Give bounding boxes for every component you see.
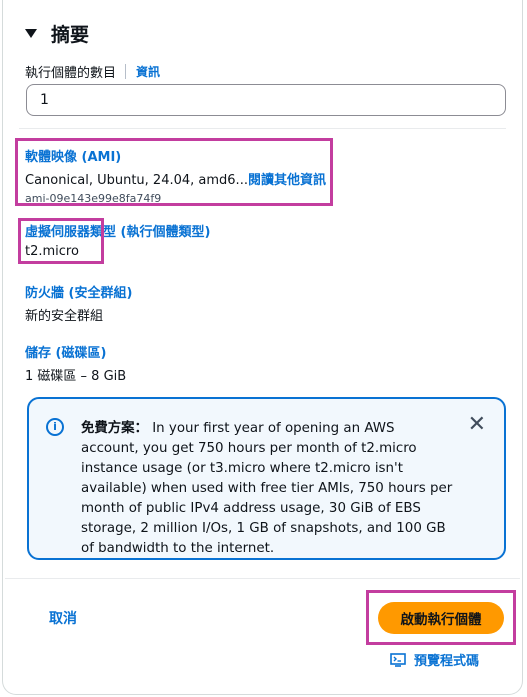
- summary-title: 摘要: [51, 24, 90, 46]
- code-preview-icon: [390, 652, 406, 667]
- preview-code-label: 預覽程式碼: [414, 654, 480, 669]
- close-icon[interactable]: ✕: [468, 414, 486, 436]
- ami-annotation-box: [15, 138, 333, 206]
- info-icon: i: [46, 418, 64, 436]
- instance-type-annotation-box: [18, 218, 104, 264]
- summary-header[interactable]: 摘要: [25, 20, 89, 47]
- label-separator: [125, 64, 127, 79]
- free-tier-alert: i ✕ 免費方案： In your first year of opening …: [27, 397, 506, 560]
- launch-annotation-box: [366, 590, 516, 645]
- storage-section: 儲存 (磁碟區) 1 磁碟區 – 8 GiB: [25, 342, 126, 384]
- footer-divider: [5, 578, 520, 579]
- firewall-value: 新的安全群組: [25, 309, 104, 324]
- instance-count-value: 1: [40, 92, 49, 108]
- caret-down-icon[interactable]: [25, 29, 37, 38]
- cancel-button[interactable]: 取消: [49, 608, 77, 628]
- storage-value: 1 磁碟區 – 8 GiB: [25, 369, 127, 384]
- info-link[interactable]: 資訊: [136, 63, 160, 80]
- free-tier-prefix: 免費方案：: [81, 421, 148, 436]
- instance-count-label: 執行個體的數目: [25, 66, 117, 81]
- instance-count-label-row: 執行個體的數目 資訊: [25, 62, 160, 81]
- summary-panel: 摘要 執行個體的數目 資訊 1 軟體映像 (AMI) Canonical, Ub…: [2, 0, 523, 695]
- firewall-section: 防火牆 (安全群組) 新的安全群組: [25, 282, 132, 324]
- firewall-title[interactable]: 防火牆 (安全群組): [25, 282, 132, 301]
- storage-title[interactable]: 儲存 (磁碟區): [25, 342, 126, 361]
- free-tier-text: In your first year of opening an AWS acc…: [81, 421, 453, 556]
- preview-code-link[interactable]: 預覽程式碼: [390, 650, 479, 669]
- section-divider: [19, 128, 506, 129]
- instance-count-input[interactable]: 1: [26, 84, 506, 116]
